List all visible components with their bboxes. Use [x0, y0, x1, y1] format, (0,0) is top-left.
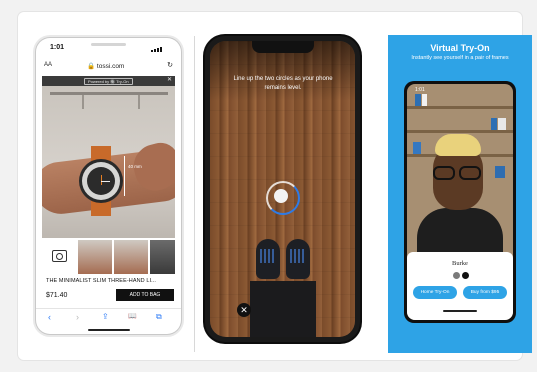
divider — [194, 36, 195, 352]
product-title: THE MINIMALIST SLIM THREE-HAND LI... — [46, 278, 157, 284]
safari-toolbar: ‹ › ⇪ 📖 ⧉ — [36, 308, 181, 329]
home-indicator — [443, 310, 477, 312]
back-icon[interactable]: ‹ — [48, 312, 51, 322]
reader-aa-button[interactable]: AA — [44, 62, 52, 68]
book — [415, 94, 421, 106]
watch-strap — [91, 198, 111, 216]
hanger — [138, 95, 140, 109]
left-shoe — [256, 239, 280, 279]
tryon-banner: Powered by 🔘 Try-On ✕ — [42, 76, 175, 86]
measure-line — [124, 156, 125, 196]
close-button[interactable]: ✕ — [237, 303, 251, 317]
phone-safari-tryon: 1:01 AA 🔒 tossi.com ↻ Powered by 🔘 Try-O… — [36, 38, 181, 334]
thumbnail[interactable] — [150, 240, 175, 274]
tabs-icon[interactable]: ⧉ — [156, 312, 162, 322]
product-price: $71.40 — [46, 292, 68, 299]
book — [495, 166, 505, 178]
book — [422, 94, 427, 106]
status-bar: 1:01 — [36, 38, 181, 56]
camera-view: Line up the two circles as your phone re… — [210, 41, 355, 337]
book — [413, 142, 421, 154]
person-body — [417, 208, 503, 258]
color-swatch[interactable] — [462, 272, 469, 279]
signal-icon — [151, 45, 169, 52]
buy-button[interactable]: Buy from $95 — [463, 286, 507, 299]
forward-icon[interactable]: › — [76, 312, 79, 322]
bookshelf — [407, 130, 513, 133]
url-text[interactable]: 🔒 tossi.com — [87, 62, 124, 70]
virtual-tryon-panel: Virtual Try-On Instantly see yourself in… — [388, 35, 532, 353]
status-time: 1:01 — [415, 87, 425, 93]
phone-floor-calibration: Line up the two circles as your phone re… — [205, 36, 360, 342]
watch-overlay — [82, 162, 120, 200]
home-indicator — [88, 329, 130, 331]
banner-close-icon[interactable]: ✕ — [167, 77, 172, 84]
panel-heading: Virtual Try-On — [430, 43, 490, 53]
person-hair — [435, 134, 481, 156]
share-icon[interactable]: ⇪ — [102, 312, 109, 321]
notch — [91, 43, 126, 46]
reload-icon[interactable]: ↻ — [167, 61, 173, 69]
status-time: 1:01 — [50, 44, 65, 51]
glasses-overlay — [429, 166, 487, 180]
book — [491, 118, 497, 130]
measurement-label: 40 mm — [128, 164, 142, 169]
thumbnail[interactable] — [78, 240, 112, 274]
add-to-bag-button[interactable]: ADD TO BAG — [116, 289, 174, 301]
address-bar[interactable]: AA 🔒 tossi.com ↻ — [42, 60, 175, 72]
bookmarks-icon[interactable]: 📖 — [128, 312, 137, 320]
selfie-view: 1:01 Burke Home Try-On Buy from $95 — [407, 84, 513, 320]
frame-name: Burke — [452, 260, 468, 267]
phone-frame: 1:01 Burke Home Try-On Buy from $95 — [404, 81, 516, 323]
instruction-text: Line up the two circles as your phone re… — [233, 76, 333, 91]
wrist-photo: 40 mm — [42, 86, 175, 238]
clothing-rack — [50, 92, 168, 95]
thumbnail[interactable] — [114, 240, 148, 274]
camera-icon — [52, 250, 67, 262]
left-leg — [250, 281, 284, 337]
notch — [252, 41, 314, 53]
right-shoe — [286, 239, 310, 279]
home-tryon-button[interactable]: Home Try-On — [413, 286, 457, 299]
panel-subheading: Instantly see yourself in a pair of fram… — [411, 55, 509, 61]
hanger — [82, 95, 84, 109]
right-leg — [282, 281, 316, 337]
product-card: Burke Home Try-On Buy from $95 — [407, 252, 513, 320]
bookshelf — [407, 106, 513, 109]
color-swatch[interactable] — [453, 272, 460, 279]
book — [498, 118, 506, 130]
thumbnail-strip — [42, 240, 175, 274]
camera-button[interactable] — [44, 240, 74, 274]
tryon-banner-label[interactable]: Powered by 🔘 Try-On — [84, 78, 133, 85]
alignment-dot — [274, 189, 288, 203]
